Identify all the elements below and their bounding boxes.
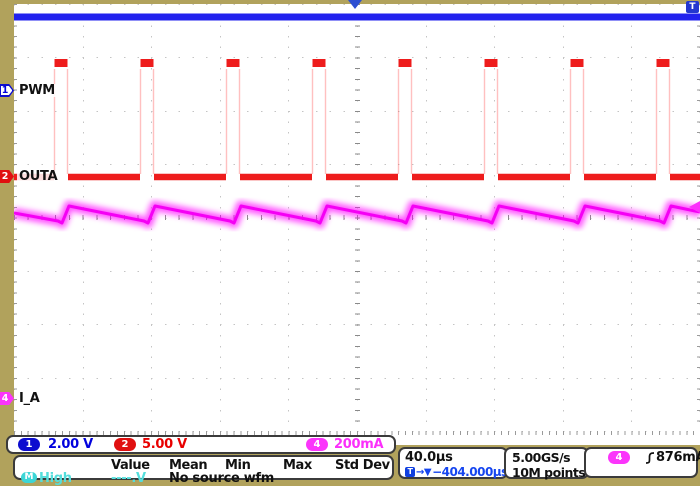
trigger-level-marker-icon[interactable] [689,201,700,213]
channel-2-badge[interactable]: 2 [114,438,136,451]
waveform-display: 1 PWM 2 OUTA 4 I_A T [0,0,700,445]
rising-edge-slope-icon [645,451,655,464]
measurement-header-max: Max [283,458,312,473]
acquisition-readout[interactable]: 5.00GS/s 10M points [504,447,589,480]
sample-rate: 5.00GS/s [512,450,571,465]
measurement-name: High [39,471,72,486]
trigger-source-badge: 4 [608,451,630,464]
trigger-readout[interactable]: 4 876mA [584,447,700,478]
trigger-position-value: −404.000µs [432,465,508,479]
channel-1-tag-number: 1 [1,85,9,96]
channel-2-scale: 5.00 V [142,437,187,452]
channel-1-badge[interactable]: 1 [18,438,40,451]
measurement-table: Value Mean Min Max Std Dev M High ----.V… [13,455,394,486]
channel-4-label: I_A [17,391,42,406]
channel-1-label: PWM [17,83,57,98]
waveform-traces [14,6,700,230]
channel-4-position-marker[interactable]: 4 [0,392,14,405]
trigger-t-icon: T [405,467,415,477]
trigger-position-marker-icon[interactable] [348,0,362,9]
channel-2-tag-number: 2 [1,171,9,182]
channel-4-badge[interactable]: 4 [306,438,328,451]
channel-2-label: OUTA [17,169,60,184]
channel-4-scale: 200mA [334,437,384,452]
channel-4-tag-number: 4 [1,393,9,404]
measurement-value: ----.V [111,471,146,486]
timebase-readout[interactable]: 40.0µs T →▼ −404.000µs [398,447,508,479]
trigger-indicator-icon: T [686,1,699,13]
trigger-level-value: 876mA [656,450,700,465]
measurement-status: No source wfm [169,471,275,486]
trigger-position-arrows-icon: →▼ [416,466,432,478]
channel-1-position-marker[interactable]: 1 [0,84,14,97]
measurement-header-stddev: Std Dev [335,458,390,473]
channel-1-scale: 2.00 V [48,437,93,452]
channel-scale-readouts[interactable]: 1 2.00 V 2 5.00 V 4 200mA [6,435,396,454]
channel-2-position-marker[interactable]: 2 [0,170,14,183]
timebase-scale: 40.0µs [405,450,453,465]
